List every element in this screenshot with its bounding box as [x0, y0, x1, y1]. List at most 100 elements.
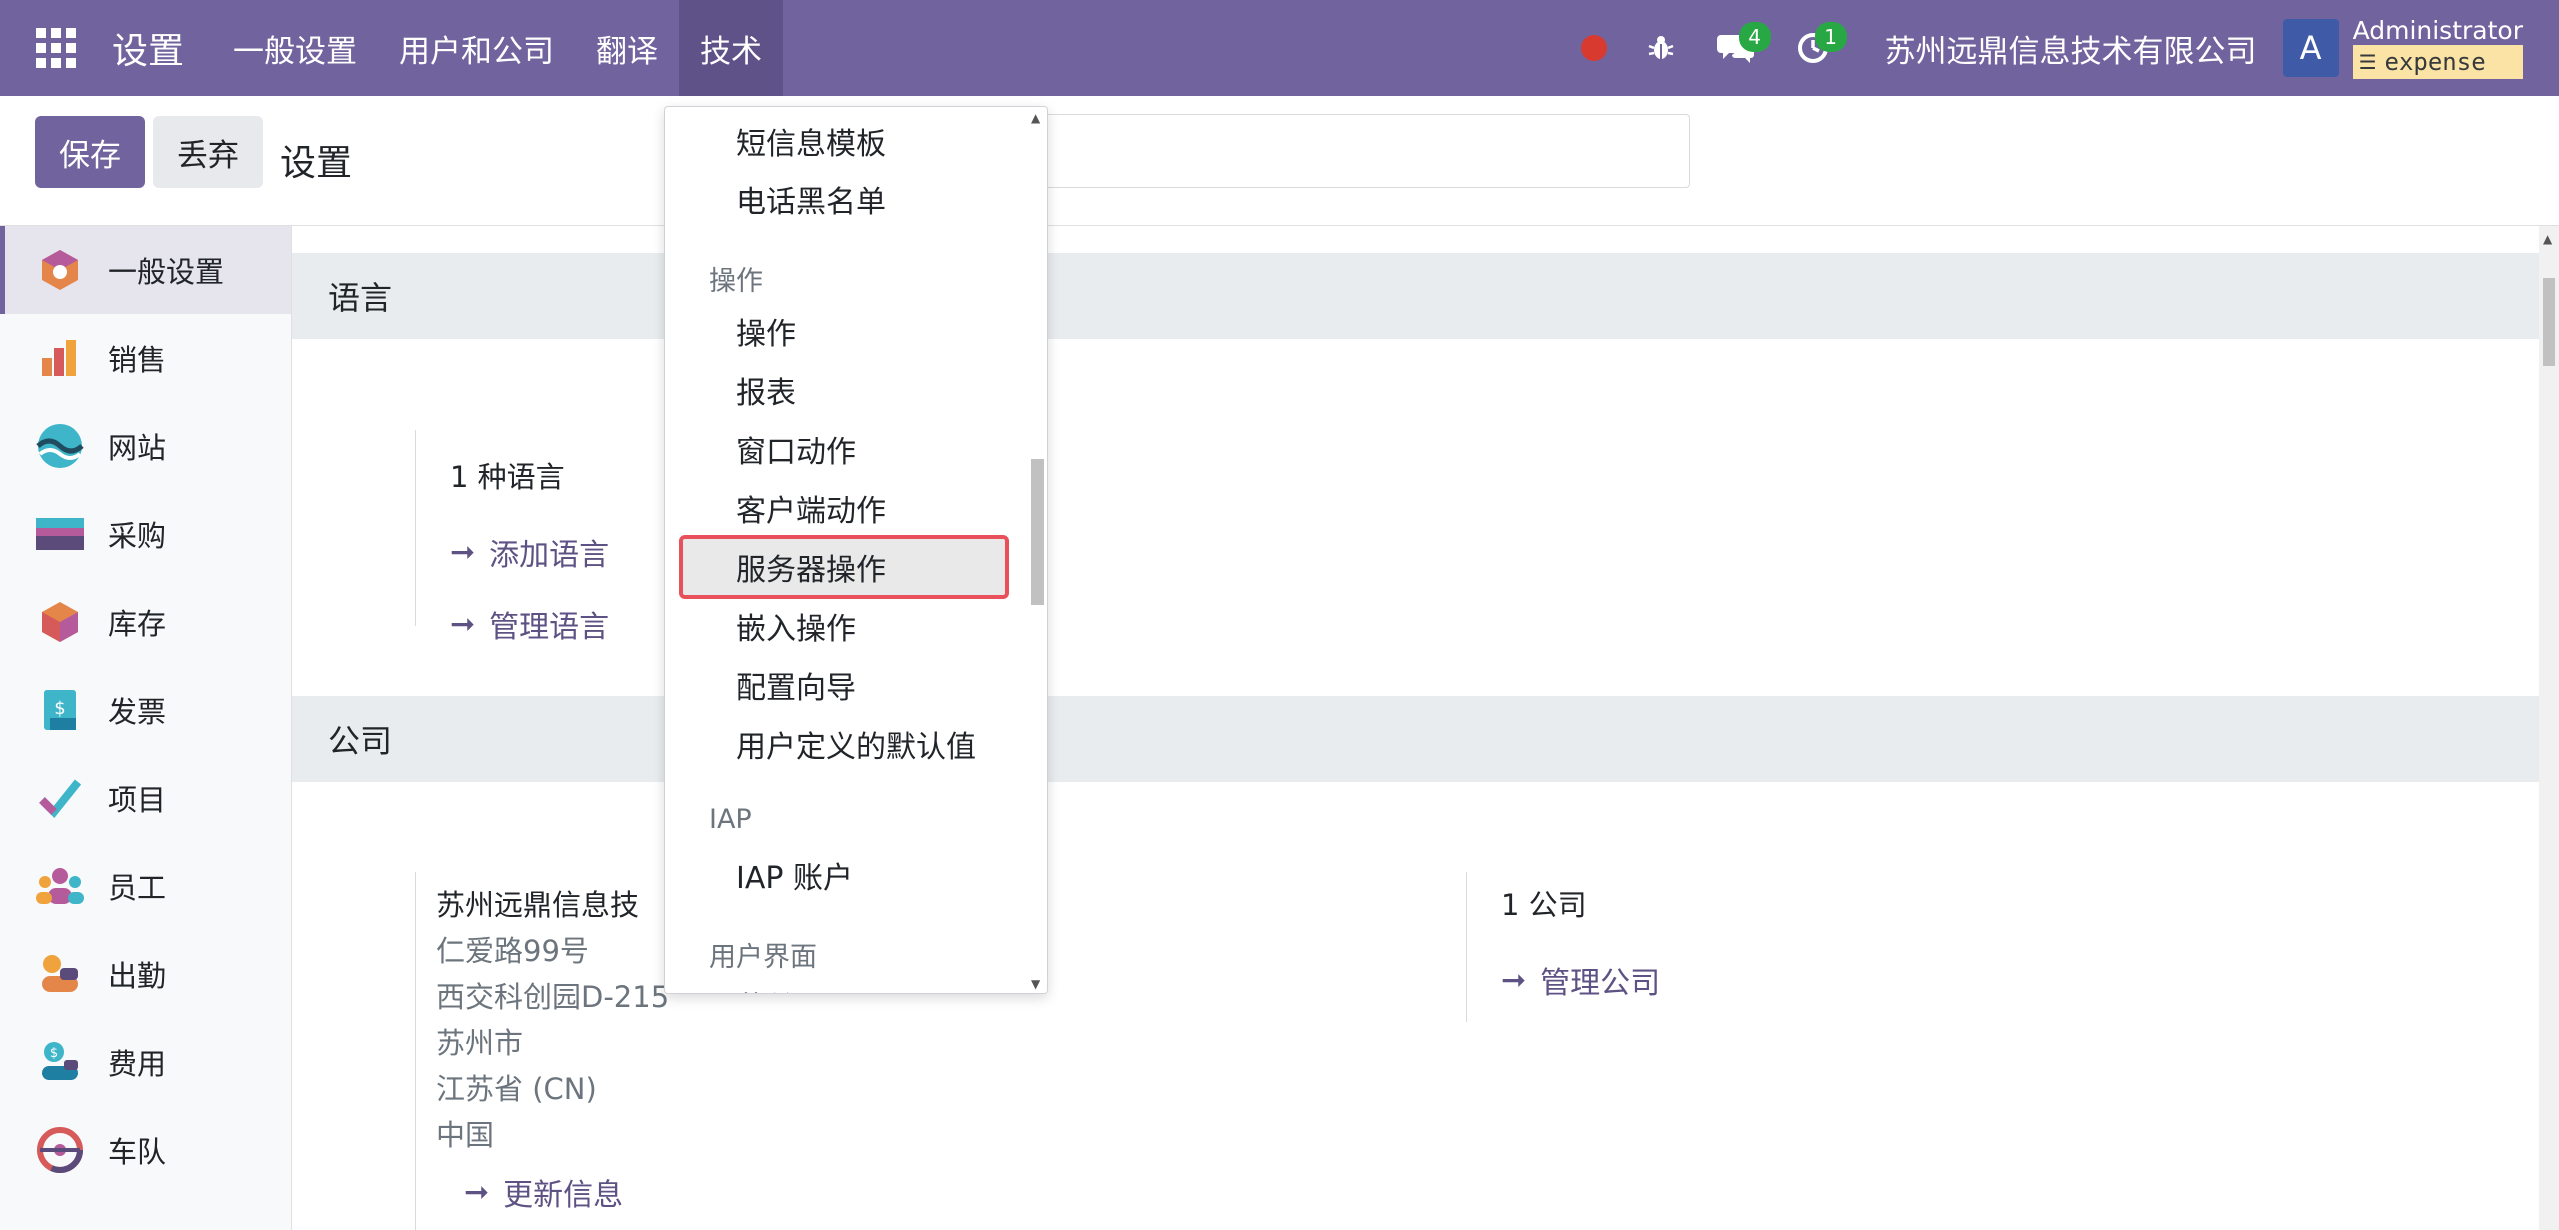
sales-app-icon	[36, 334, 84, 382]
address-line: 江苏省 (CN)	[436, 1072, 597, 1106]
database-badge: ☰ expense	[2352, 45, 2523, 79]
menu-item-user-defaults[interactable]: 用户定义的默认值	[736, 722, 976, 766]
address-line: 西交科创园D-215	[436, 980, 670, 1014]
sidebar-item-label: 车队	[108, 1135, 167, 1169]
discard-button[interactable]: 丢弃	[153, 116, 263, 188]
section-title: 公司	[328, 722, 393, 760]
website-app-icon	[36, 422, 84, 470]
sidebar-item-invoicing[interactable]: $ 发票	[0, 666, 291, 754]
technical-dropdown-menu: 短信息模板 电话黑名单 操作 操作 报表 窗口动作 客户端动作 服务器操作 嵌入…	[664, 106, 1048, 994]
company-switcher[interactable]: 苏州远鼎信息技术有限公司	[1885, 26, 2257, 71]
svg-text:$: $	[50, 1046, 58, 1061]
attendance-app-icon	[36, 950, 84, 998]
invoicing-app-icon: $	[36, 686, 84, 734]
debug-bug-icon[interactable]	[1633, 20, 1689, 76]
sidebar-item-general-settings[interactable]: 一般设置	[0, 226, 291, 314]
main-menu: 一般设置 用户和公司 翻译 技术	[212, 0, 784, 96]
companies-count: 1 公司	[1501, 888, 1587, 922]
navbar-systray: 4 1 苏州远鼎信息技术有限公司 A Administrator ☰ expen…	[1580, 0, 2559, 96]
expenses-app-icon: $	[36, 1038, 84, 1086]
messages-count-badge: 4	[1738, 22, 1771, 52]
activities-clock-icon[interactable]: 1	[1785, 20, 1847, 76]
sidebar-item-label: 网站	[108, 431, 167, 465]
sidebar-item-employees[interactable]: 员工	[0, 842, 291, 930]
menu-item-sms-templates[interactable]: 短信息模板	[736, 119, 886, 163]
inventory-app-icon	[36, 598, 84, 646]
page-title: 设置	[280, 143, 353, 184]
scroll-down-icon[interactable]: ▼	[1031, 977, 1040, 991]
language-count: 1 种语言	[450, 460, 565, 494]
scroll-thumb[interactable]	[2543, 278, 2555, 366]
record-status-icon[interactable]	[1580, 35, 1607, 61]
address-line: 仁爱路99号	[436, 934, 589, 968]
menu-item-reports[interactable]: 报表	[736, 368, 796, 412]
save-button[interactable]: 保存	[35, 116, 145, 188]
control-panel: 保存 丢弃 设置	[0, 96, 2559, 226]
sidebar-item-project[interactable]: 项目	[0, 754, 291, 842]
update-info-link[interactable]: ➞ 更新信息	[436, 1170, 669, 1214]
language-block: 1 种语言 ➞ 添加语言 ➞ 管理语言	[415, 430, 609, 645]
sidebar-item-website[interactable]: 网站	[0, 402, 291, 490]
sidebar-item-expenses[interactable]: $ 费用	[0, 1018, 291, 1106]
app-brand[interactable]: 设置	[112, 0, 212, 96]
menu-item-menu-items[interactable]: 菜单项	[736, 983, 826, 993]
page-scrollbar[interactable]: ▲	[2539, 226, 2559, 1230]
sidebar-item-label: 销售	[108, 343, 167, 377]
menu-group-iap: IAP	[709, 804, 752, 835]
sidebar-item-purchase[interactable]: 采购	[0, 490, 291, 578]
purchase-app-icon	[36, 510, 84, 558]
menu-item-actions[interactable]: 操作	[736, 309, 796, 353]
sidebar-item-label: 费用	[108, 1047, 167, 1081]
company-name: 苏州远鼎信息技	[436, 888, 640, 922]
employees-app-icon	[36, 862, 84, 910]
settings-sidebar: 一般设置 销售 网站 采购 库存 $ 发票 项目 员工 出勤 $ 费用 车队	[0, 226, 292, 1230]
settings-search-input[interactable]	[1040, 114, 1690, 188]
dropdown-scroll-thumb[interactable]	[1031, 459, 1044, 605]
companies-block: 1 公司 ➞ 管理公司	[1466, 872, 1660, 1022]
database-icon: ☰	[2358, 50, 2377, 74]
user-menu[interactable]: Administrator ☰ expense	[2352, 17, 2523, 79]
language-section-header: 语言	[292, 253, 2539, 339]
manage-companies-label: 管理公司	[1540, 966, 1661, 1001]
sidebar-item-fleet[interactable]: 车队	[0, 1106, 291, 1194]
app-switcher-icon[interactable]	[0, 0, 112, 96]
sidebar-item-label: 发票	[108, 695, 167, 729]
arrow-right-icon: ➞	[450, 534, 476, 570]
user-avatar[interactable]: A	[2282, 19, 2339, 77]
manage-languages-link[interactable]: ➞ 管理语言	[450, 602, 609, 646]
menu-users-companies[interactable]: 用户和公司	[378, 0, 575, 96]
activities-count-badge: 1	[1814, 22, 1847, 52]
sidebar-item-sales[interactable]: 销售	[0, 314, 291, 402]
menu-item-embedded-actions[interactable]: 嵌入操作	[736, 604, 856, 648]
sidebar-item-label: 一般设置	[108, 255, 225, 289]
manage-languages-label: 管理语言	[489, 610, 610, 645]
scroll-up-icon[interactable]: ▲	[1031, 111, 1040, 125]
arrow-right-icon: ➞	[464, 1174, 490, 1210]
sidebar-item-attendance[interactable]: 出勤	[0, 930, 291, 1018]
sidebar-item-label: 出勤	[108, 959, 167, 993]
menu-item-server-actions[interactable]: 服务器操作	[736, 545, 886, 589]
sidebar-item-label: 库存	[108, 607, 167, 641]
sidebar-item-label: 员工	[108, 871, 167, 905]
scroll-up-icon[interactable]: ▲	[2543, 232, 2552, 246]
menu-item-phone-blacklist[interactable]: 电话黑名单	[736, 177, 886, 221]
svg-text:$: $	[54, 698, 65, 719]
menu-item-iap-accounts[interactable]: IAP 账户	[736, 853, 853, 897]
company-section-header: 公司	[292, 696, 2539, 782]
sidebar-item-label: 项目	[108, 783, 167, 817]
menu-item-client-actions[interactable]: 客户端动作	[736, 486, 886, 530]
settings-content: 语言 1 种语言 ➞ 添加语言 ➞ 管理语言 公司 苏州远鼎信息技 仁爱路99号…	[292, 226, 2539, 1230]
messages-chat-icon[interactable]: 4	[1709, 20, 1771, 76]
settings-app-icon	[36, 246, 84, 294]
project-app-icon	[36, 774, 84, 822]
menu-item-window-actions[interactable]: 窗口动作	[736, 427, 856, 471]
menu-technical[interactable]: 技术	[679, 0, 784, 96]
update-info-label: 更新信息	[503, 1178, 624, 1213]
add-language-link[interactable]: ➞ 添加语言	[450, 530, 609, 574]
sidebar-item-inventory[interactable]: 库存	[0, 578, 291, 666]
menu-general-settings[interactable]: 一般设置	[212, 0, 378, 96]
dropdown-scrollbar[interactable]: ▲ ▼	[1027, 107, 1047, 993]
manage-companies-link[interactable]: ➞ 管理公司	[1501, 958, 1660, 1002]
menu-translations[interactable]: 翻译	[575, 0, 679, 96]
menu-item-config-wizards[interactable]: 配置向导	[736, 663, 856, 707]
